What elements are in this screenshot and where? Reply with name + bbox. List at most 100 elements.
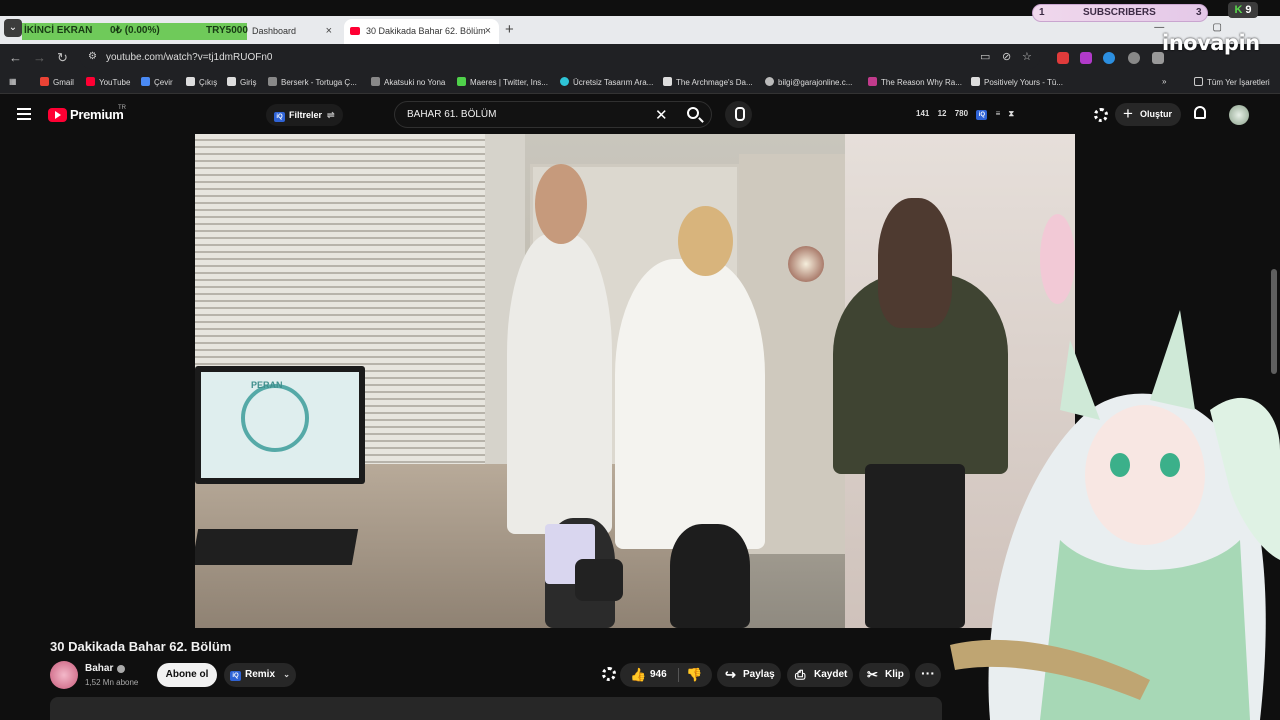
flower-decor	[1040, 214, 1075, 304]
face-shape	[1085, 405, 1205, 545]
extension-gear-icon[interactable]	[602, 667, 616, 681]
wall-clock	[788, 246, 824, 282]
bookmark-login[interactable]: Giriş	[227, 77, 256, 87]
search-icon[interactable]	[687, 107, 699, 119]
stat-views-b: 780	[954, 109, 969, 118]
vtuber-avatar-overlay	[950, 310, 1280, 720]
screen-label: İKİNCİ EKRAN	[24, 25, 93, 36]
bookmark-positively[interactable]: Positively Yours - Tü...	[971, 77, 1063, 87]
bookmarks-bar: ▦ Gmail YouTube Çevir Çıkış Giriş Berser…	[0, 72, 1280, 94]
apps-icon[interactable]: ▦	[9, 77, 17, 86]
chevron-down-icon: ⌄	[283, 670, 290, 679]
bookmark-berserk[interactable]: Berserk - Tortuga Ç...	[268, 77, 357, 87]
bookmark-archmage[interactable]: The Archmage's Da...	[663, 77, 753, 87]
remix-button[interactable]: iQ Remix ⌄	[224, 663, 296, 687]
doctor-woman-legs	[670, 524, 750, 628]
iq-icon[interactable]: iQ	[976, 110, 988, 120]
filters-button[interactable]: iQ Filtreler ⇌	[266, 104, 343, 126]
bookmark-youtube[interactable]: YouTube	[86, 77, 130, 87]
divider	[678, 668, 679, 682]
list-icon[interactable]: ≡	[996, 109, 1001, 118]
create-button[interactable]: Oluştur	[1115, 102, 1181, 126]
site-info-icon[interactable]: ⚙	[88, 51, 97, 62]
tab-search-dropdown[interactable]: ⌄	[4, 19, 22, 37]
translate-icon	[141, 77, 150, 86]
right-eye-icon	[1160, 453, 1180, 477]
youtube-logo-text[interactable]: Premium	[70, 107, 124, 122]
eye-off-icon[interactable]: ⊘	[1002, 50, 1011, 63]
page-icon	[371, 77, 380, 86]
bookmark-label: Maeres | Twitter, Ins...	[470, 78, 548, 87]
extension-icon[interactable]	[1103, 52, 1115, 64]
all-bookmarks[interactable]: Tüm Yer İşaretleri	[1194, 77, 1270, 87]
goal-target: TRY5000	[206, 25, 248, 36]
search-input[interactable]: BAHAR 61. BÖLÜM ✕	[394, 101, 712, 128]
donation-goal-bar: İKİNCİ EKRAN 0₺ (0.00%) TRY5000	[22, 23, 248, 40]
channel-name[interactable]: Bahar	[85, 663, 113, 674]
dislike-icon[interactable]: 👎	[686, 663, 702, 687]
notifications-bell-icon[interactable]	[1194, 106, 1206, 119]
bookmark-translate[interactable]: Çevir	[141, 77, 173, 87]
bookmark-design[interactable]: Ücretsiz Tasarım Ara...	[560, 77, 653, 87]
folder-icon	[1194, 77, 1203, 86]
youtube-icon	[86, 77, 95, 86]
patient-woman-hair	[878, 198, 952, 328]
hamburger-menu-icon[interactable]	[17, 108, 31, 120]
url-text[interactable]: youtube.com/watch?v=tj1dmRUOFn0	[106, 52, 272, 63]
bookmark-gmail[interactable]: Gmail	[40, 77, 74, 87]
clip-button[interactable]: ✂ Klip	[859, 663, 910, 687]
bookmark-akatsuki[interactable]: Akatsuki no Yona	[371, 77, 445, 87]
forward-icon[interactable]: →	[33, 50, 46, 65]
page-icon	[560, 77, 569, 86]
tab-title: Dashboard	[252, 26, 297, 36]
extension-icon[interactable]	[1128, 52, 1140, 64]
more-bookmarks-icon[interactable]: »	[1162, 77, 1166, 86]
search-value[interactable]: BAHAR 61. BÖLÜM	[407, 109, 496, 120]
region-code: TR	[118, 105, 126, 111]
monitor-screen: PERAN	[201, 372, 359, 478]
share-button[interactable]: ↪ Paylaş	[717, 663, 781, 687]
like-icon[interactable]: 👍	[630, 663, 646, 687]
iq-icon: iQ	[274, 112, 285, 122]
iq-icon: iQ	[230, 671, 241, 681]
cast-icon[interactable]: ▭	[980, 50, 990, 63]
more-actions-button[interactable]: ···	[915, 663, 941, 687]
address-bar[interactable]: ⚙ youtube.com/watch?v=tj1dmRUOFn0 ▭ ⊘ ☆	[80, 47, 1040, 69]
page-icon	[186, 77, 195, 86]
bookmark-label: Çıkış	[199, 78, 218, 87]
clear-search-icon[interactable]: ✕	[655, 106, 668, 124]
extension-gear-icon[interactable]	[1094, 108, 1108, 122]
bookmark-logout[interactable]: Çıkış	[186, 77, 217, 87]
new-tab-button[interactable]: +	[505, 19, 514, 41]
bookmark-garajonline[interactable]: bilgi@garajonline.c...	[765, 77, 852, 87]
back-icon[interactable]: ←	[9, 50, 22, 65]
kick-letter: K	[1234, 4, 1243, 16]
youtube-logo-icon[interactable]	[48, 108, 67, 122]
subscriber-goal-label: SUBSCRIBERS	[1083, 7, 1156, 18]
bookmark-label: The Reason Why Ra...	[881, 78, 962, 87]
bookmark-reason[interactable]: The Reason Why Ra...	[868, 77, 962, 87]
channel-avatar[interactable]	[50, 661, 78, 689]
reload-icon[interactable]: ↻	[57, 50, 68, 66]
like-count[interactable]: 946	[650, 663, 667, 687]
subscribe-button[interactable]: Abone ol	[157, 663, 217, 687]
bookmark-maeres[interactable]: Maeres | Twitter, Ins...	[457, 77, 548, 87]
save-button[interactable]: ⎙ Kaydet	[787, 663, 853, 687]
extension-icon[interactable]	[1057, 52, 1069, 64]
bookmark-label: Akatsuki no Yona	[384, 78, 446, 87]
brand-watermark: inovapin	[1162, 31, 1260, 55]
subscriber-goal-end: 3	[1196, 7, 1202, 18]
keyboard	[195, 529, 359, 565]
bookmark-star-icon[interactable]: ☆	[1022, 50, 1032, 63]
hourglass-icon[interactable]: ⧗	[1008, 109, 1014, 118]
extension-icon[interactable]	[1080, 52, 1092, 64]
tab-video[interactable]: 30 Dakikada Bahar 62. Bölüm ×	[344, 19, 499, 44]
tab-close-icon[interactable]: ×	[485, 19, 491, 44]
video-frame[interactable]: PERAN	[195, 134, 1075, 628]
subscriber-count: 1,52 Mn abone	[85, 678, 139, 687]
account-avatar[interactable]	[1229, 105, 1249, 125]
description-panel[interactable]	[50, 697, 942, 720]
voice-search-button[interactable]	[725, 101, 752, 128]
tab-close-icon[interactable]: ×	[326, 19, 332, 44]
subscriber-goal-start: 1	[1039, 7, 1045, 18]
